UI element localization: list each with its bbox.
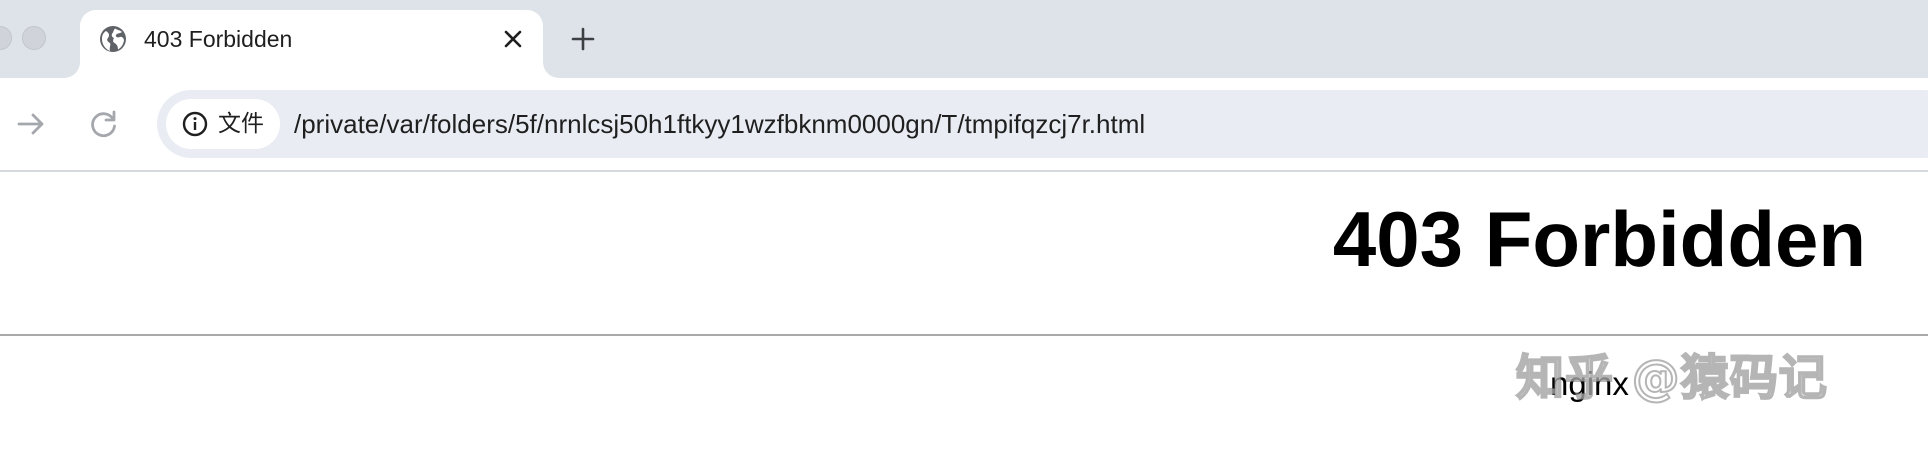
globe-icon (100, 26, 126, 52)
plus-icon[interactable] (568, 24, 598, 54)
tab-active[interactable]: 403 Forbidden (80, 10, 543, 78)
page-heading: 403 Forbidden (1332, 195, 1866, 283)
watermark: 知乎 @猿码记 (1515, 349, 1828, 407)
info-icon (182, 111, 208, 137)
window-control-button[interactable] (22, 26, 46, 50)
close-icon[interactable] (498, 24, 528, 54)
browser-window: 403 Forbidden 文件 /private/var/folders/5f… (0, 0, 1928, 456)
tab-title: 403 Forbidden (144, 26, 293, 52)
site-info-chip[interactable]: 文件 (166, 99, 280, 149)
horizontal-rule (0, 334, 1928, 336)
url-text[interactable]: /private/var/folders/5f/nrnlcsj50h1ftkyy… (294, 107, 1145, 141)
page-content: 403 Forbidden nginx 知乎 @猿码记 (0, 172, 1928, 456)
toolbar: 文件 /private/var/folders/5f/nrnlcsj50h1ft… (0, 78, 1928, 172)
reload-icon[interactable] (87, 107, 121, 141)
address-bar[interactable]: 文件 /private/var/folders/5f/nrnlcsj50h1ft… (157, 90, 1928, 158)
arrow-right-icon[interactable] (14, 107, 48, 141)
tab-strip: 403 Forbidden (0, 0, 1928, 78)
window-control-button[interactable] (0, 26, 12, 50)
site-info-label: 文件 (218, 111, 264, 137)
